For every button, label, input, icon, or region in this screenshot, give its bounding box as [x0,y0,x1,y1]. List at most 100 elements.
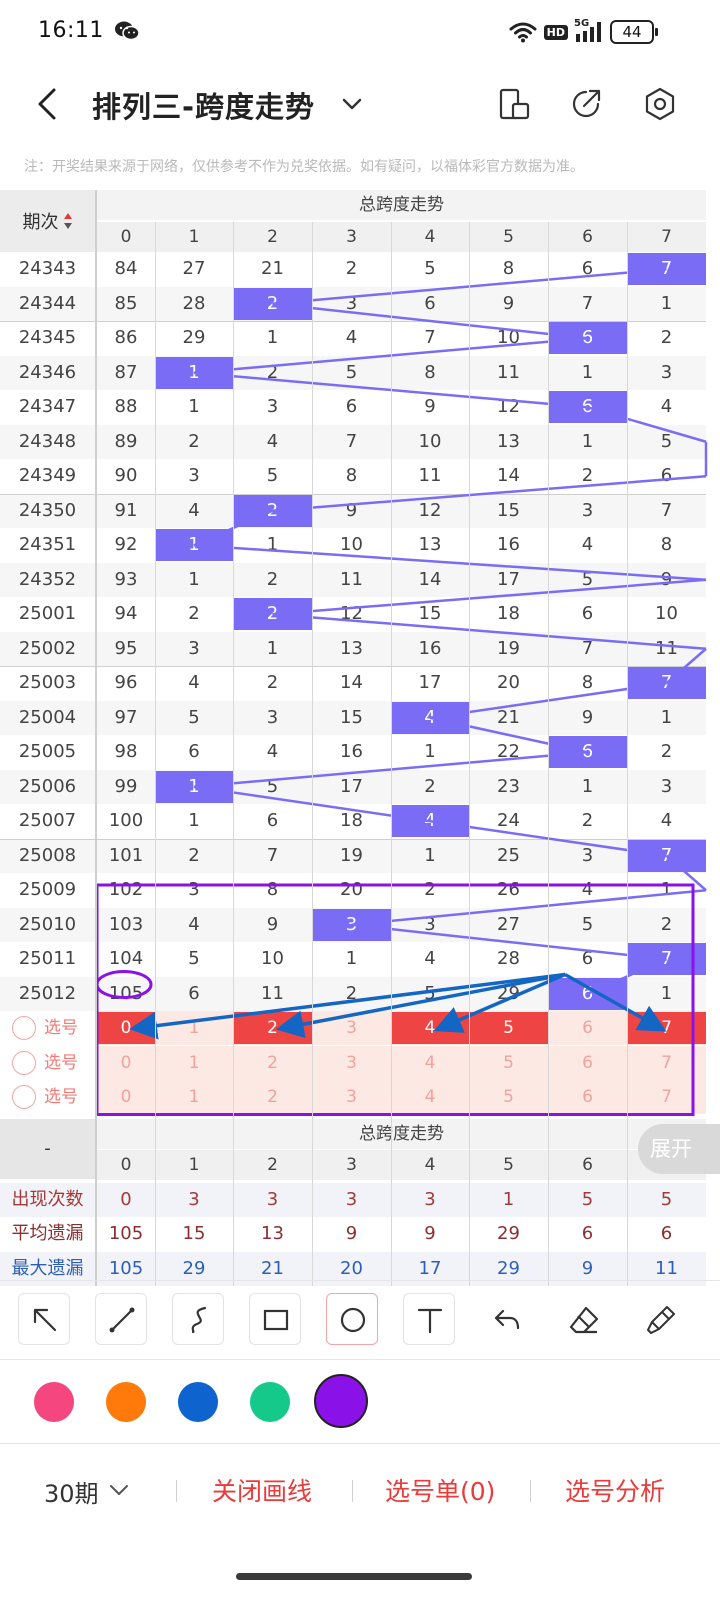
omission-cell: 93 [114,568,138,590]
text-tool[interactable] [403,1293,455,1345]
table-row: 25007 100 1 6 18 4 24 2 4 [0,804,706,838]
omission-cell: 1 [660,879,673,900]
pick-number-selected[interactable]: 5 [469,1012,548,1044]
radio-circle-icon[interactable] [12,1085,36,1109]
pick-number[interactable]: 0 [97,1080,155,1114]
omission-cell: 4 [345,327,358,348]
stat-row: 平均遗漏 105 15 13 9 9 29 6 6 [0,1217,706,1251]
pick-number[interactable]: 1 [155,1046,233,1080]
pick-number-selected[interactable]: 2 [233,1012,312,1044]
divider [176,1480,177,1502]
omission-cell: 3 [188,465,200,486]
omission-cell: 87 [114,361,138,383]
close-draw-button[interactable]: 关闭画线 [212,1472,312,1508]
color-swatch-pink[interactable] [34,1382,74,1422]
stat-value: 105 [108,1223,144,1244]
pick-number[interactable]: 2 [233,1046,312,1080]
pick-number[interactable]: 1 [155,1080,233,1114]
pick-number[interactable]: 3 [312,1011,391,1045]
pick-number[interactable]: 4 [391,1080,469,1114]
curve-tool[interactable] [172,1293,224,1345]
period-header[interactable]: 期次 [0,190,95,252]
pick-analysis-button[interactable]: 选号分析 [565,1472,665,1508]
omission-cell: 6 [660,465,673,486]
signal-icon: 5G [574,18,604,44]
omission-cell: 11 [261,982,284,1004]
pick-number[interactable]: 1 [155,1011,233,1045]
omission-cell: 2 [266,568,279,590]
arrow-tool[interactable] [18,1293,70,1345]
circle-tool[interactable] [326,1293,378,1345]
share-icon[interactable] [568,86,604,122]
omission-cell: 24 [497,810,520,831]
settings-icon[interactable] [642,86,678,122]
rotate-screen-icon[interactable] [496,86,532,122]
radio-circle-icon[interactable] [12,1016,36,1040]
color-swatch-orange[interactable] [106,1382,146,1422]
pick-number[interactable]: 2 [233,1080,312,1114]
pick-number-selected[interactable]: 7 [627,1012,706,1044]
pick-number[interactable]: 6 [548,1080,627,1114]
omission-cell: 5 [188,706,200,728]
omission-cell: 1 [188,810,200,831]
pick-number[interactable]: 7 [627,1046,706,1080]
omission-cell: 7 [424,327,436,348]
omission-cell: 16 [418,637,442,659]
omission-cell: 5 [266,465,279,486]
pick-number[interactable]: 4 [391,1046,469,1080]
omission-cell: 23 [497,775,520,797]
pick-number[interactable]: 5 [469,1046,548,1080]
rectangle-tool[interactable] [249,1293,301,1345]
stat-value: 3 [266,1188,279,1210]
chevron-down-icon[interactable] [108,1482,130,1498]
omission-cell: 8 [581,672,594,693]
status-time: 16:11 [38,18,104,43]
page-title[interactable]: 排列三-跨度走势 [92,84,315,126]
pick-number[interactable]: 7 [627,1080,706,1114]
hit-cell: 4 [391,701,469,734]
pick-row-label[interactable]: 选号 [0,1011,95,1045]
bottom-bar: 30期 关闭画线 选号单(0) 选号分析 [0,1446,720,1546]
period-number: 24347 [18,396,77,417]
pick-number[interactable]: 5 [469,1080,548,1114]
undo-tool[interactable] [480,1293,532,1345]
omission-cell: 1 [266,637,279,659]
omission-cell: 6 [581,603,594,624]
pick-row-label[interactable]: 选号 [0,1045,95,1080]
pick-number[interactable]: 3 [312,1080,391,1114]
omission-cell: 3 [660,361,673,383]
omission-cell: 2 [345,982,358,1004]
omission-cell: 2 [581,465,594,486]
eraser-tool[interactable] [557,1293,609,1345]
pick-number[interactable]: 0 [97,1046,155,1080]
omission-cell: 4 [188,499,200,521]
radio-circle-icon[interactable] [12,1050,36,1075]
pick-number[interactable]: 6 [548,1011,627,1045]
omission-cell: 17 [497,568,520,590]
pick-list-button[interactable]: 选号单(0) [385,1472,495,1508]
color-swatch-blue[interactable] [178,1382,218,1422]
pick-number[interactable]: 6 [548,1046,627,1080]
rectangle-icon [263,1309,289,1331]
clear-tool[interactable] [634,1293,686,1345]
pick-row-label[interactable]: 选号 [0,1080,95,1114]
omission-cell: 1 [266,327,279,348]
column-header: 7 [627,222,706,252]
period-number: 24350 [18,499,77,521]
chevron-down-icon[interactable] [340,94,364,114]
stat-value: 9 [345,1223,358,1244]
omission-cell: 10 [497,327,520,348]
pick-number-selected[interactable]: 0 [97,1012,155,1044]
pick-number-selected[interactable]: 4 [391,1012,469,1044]
pick-label: 选号 [44,1052,78,1073]
period-select[interactable]: 30期 [44,1474,99,1509]
pick-number[interactable]: 3 [312,1046,391,1080]
omission-cell: 3 [188,879,200,900]
back-icon[interactable] [30,84,66,124]
color-swatch-purple[interactable] [314,1374,368,1428]
color-swatch-green[interactable] [250,1382,290,1422]
line-tool[interactable] [95,1293,147,1345]
expand-button[interactable]: 展开 [638,1124,720,1174]
omission-cell: 29 [497,982,520,1004]
stat-value: 5 [581,1188,594,1210]
